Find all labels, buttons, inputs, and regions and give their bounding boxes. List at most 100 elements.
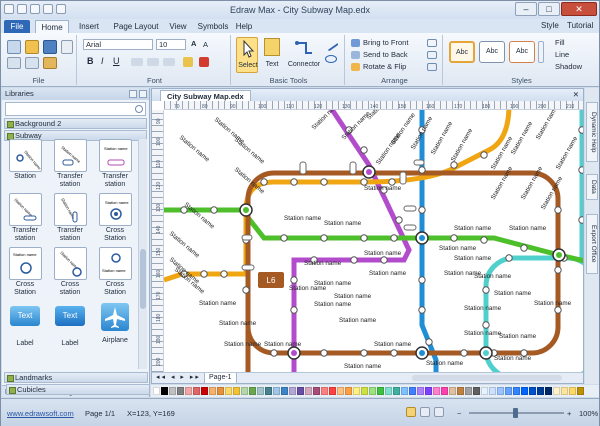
close-button[interactable]: ✕ [561,2,597,16]
palette-swatch[interactable] [505,387,512,395]
station-name-label[interactable]: Station name [344,363,382,370]
shape-cross-station[interactable]: Station name Cross Station [95,247,135,297]
category-background[interactable]: Background 2 [4,118,147,129]
palette-swatch[interactable] [169,387,176,395]
palette-swatch[interactable] [217,387,224,395]
arc-tool-icon[interactable] [325,55,337,63]
tab-symbols[interactable]: Symbols [195,20,231,33]
style-preset-3[interactable]: Abc [509,41,535,63]
fill-button[interactable]: Fill [555,38,565,47]
palette-swatch[interactable] [449,387,456,395]
palette-swatch[interactable] [545,387,552,395]
library-search-input[interactable] [5,102,146,116]
station-marker[interactable] [418,276,426,284]
color-palette[interactable] [151,385,599,397]
style-preset-2[interactable]: Abc [479,41,505,63]
station-marker[interactable] [578,126,583,134]
station-name-label[interactable]: Station name [284,215,322,222]
category-landmarks[interactable]: Landmarks [4,372,148,383]
station-name-label[interactable]: Station name [339,317,377,324]
grow-font-button[interactable]: A [191,39,196,48]
transfer-station-marker[interactable] [403,224,417,231]
station-name-label[interactable]: Station name [520,165,545,201]
tutorial-link[interactable]: Tutorial [567,21,593,30]
search-icon[interactable] [135,105,143,113]
palette-swatch[interactable] [489,387,496,395]
tab-help[interactable]: Help [233,20,255,33]
station-name-label[interactable]: Station name [494,290,532,297]
palette-swatch[interactable] [337,387,344,395]
station-name-label[interactable]: Station name [224,341,262,348]
font-name-combo[interactable]: Arial [83,39,153,50]
tab-home[interactable]: Home [35,20,69,33]
shrink-font-button[interactable]: A [203,40,208,49]
palette-swatch[interactable] [569,387,576,395]
align-left-icon[interactable] [131,58,143,66]
station-name-label[interactable]: Station name [219,320,257,327]
website-link[interactable]: www.edrawsoft.com [7,409,74,418]
palette-swatch[interactable] [377,387,384,395]
station-name-label[interactable]: Station name [464,305,502,312]
station-marker[interactable] [320,234,328,242]
transfer-station-marker[interactable] [399,171,407,185]
station-marker[interactable] [390,234,398,242]
view-full-icon[interactable] [434,407,444,417]
station-marker[interactable] [210,206,218,214]
station-marker[interactable] [418,306,426,314]
font-color-icon[interactable] [199,57,209,67]
station-name-label[interactable]: Station name [535,110,560,141]
palette-swatch[interactable] [329,387,336,395]
palette-swatch[interactable] [177,387,184,395]
group-icon[interactable] [427,63,437,71]
minimize-button[interactable]: – [515,2,537,16]
station-name-label[interactable]: Station name [439,245,477,252]
station-name-label[interactable]: Station name [474,273,512,280]
station-name-label[interactable]: Station name [430,120,455,156]
station-marker[interactable] [380,256,388,264]
open-icon[interactable] [25,40,39,54]
tab-page-layout[interactable]: Page Layout [109,20,163,33]
connector-tool[interactable]: Connector [287,37,321,73]
align-right-icon[interactable] [163,58,175,66]
palette-swatch[interactable] [289,387,296,395]
style-preset-1[interactable]: Abc [449,41,475,63]
italic-button[interactable]: I [101,56,104,66]
shadow-button[interactable]: Shadow [555,62,582,71]
station-marker[interactable] [520,244,528,252]
station-marker[interactable] [554,266,562,274]
horizontal-scrollbar[interactable] [412,375,562,381]
palette-swatch[interactable] [497,387,504,395]
palette-swatch[interactable] [201,387,208,395]
zoom-in-button[interactable]: + [567,409,571,418]
station-name-label[interactable]: Station name [454,255,492,262]
subway-map[interactable]: Station nameStation nameStation nameStat… [164,110,583,372]
page-tab[interactable]: Page-1 [204,373,237,384]
station-name-label[interactable]: Station name [509,225,547,232]
pin-icon[interactable] [129,90,137,98]
document-tab[interactable]: City Subway Map.edx [160,90,251,101]
palette-swatch[interactable] [385,387,392,395]
station-name-label[interactable]: Station name [454,225,492,232]
palette-swatch[interactable] [473,387,480,395]
transfer-station-marker[interactable] [349,161,357,175]
style-menu[interactable]: Style [541,21,559,30]
station-marker[interactable] [578,216,583,224]
station-name-label[interactable]: Station name [199,300,237,307]
new-icon[interactable] [7,40,21,54]
palette-swatch[interactable] [401,387,408,395]
station-marker[interactable] [320,178,328,186]
station-name-label[interactable]: Station name [314,301,352,308]
styles-more-button[interactable] [538,41,544,63]
shape-cross-station[interactable]: Station name Cross station [50,247,90,297]
station-marker[interactable] [390,349,398,357]
station-name-label[interactable]: Station name [555,135,580,171]
station-name-label[interactable]: Station name [304,260,342,267]
shape-label-2[interactable]: Text Label [50,301,90,348]
station-name-label[interactable]: Station name [334,293,372,300]
station-marker[interactable] [460,349,468,357]
station-marker[interactable] [360,234,368,242]
palette-swatch[interactable] [313,387,320,395]
align-icon[interactable] [427,39,437,47]
station-marker[interactable] [505,254,513,262]
station-marker[interactable] [480,236,488,244]
